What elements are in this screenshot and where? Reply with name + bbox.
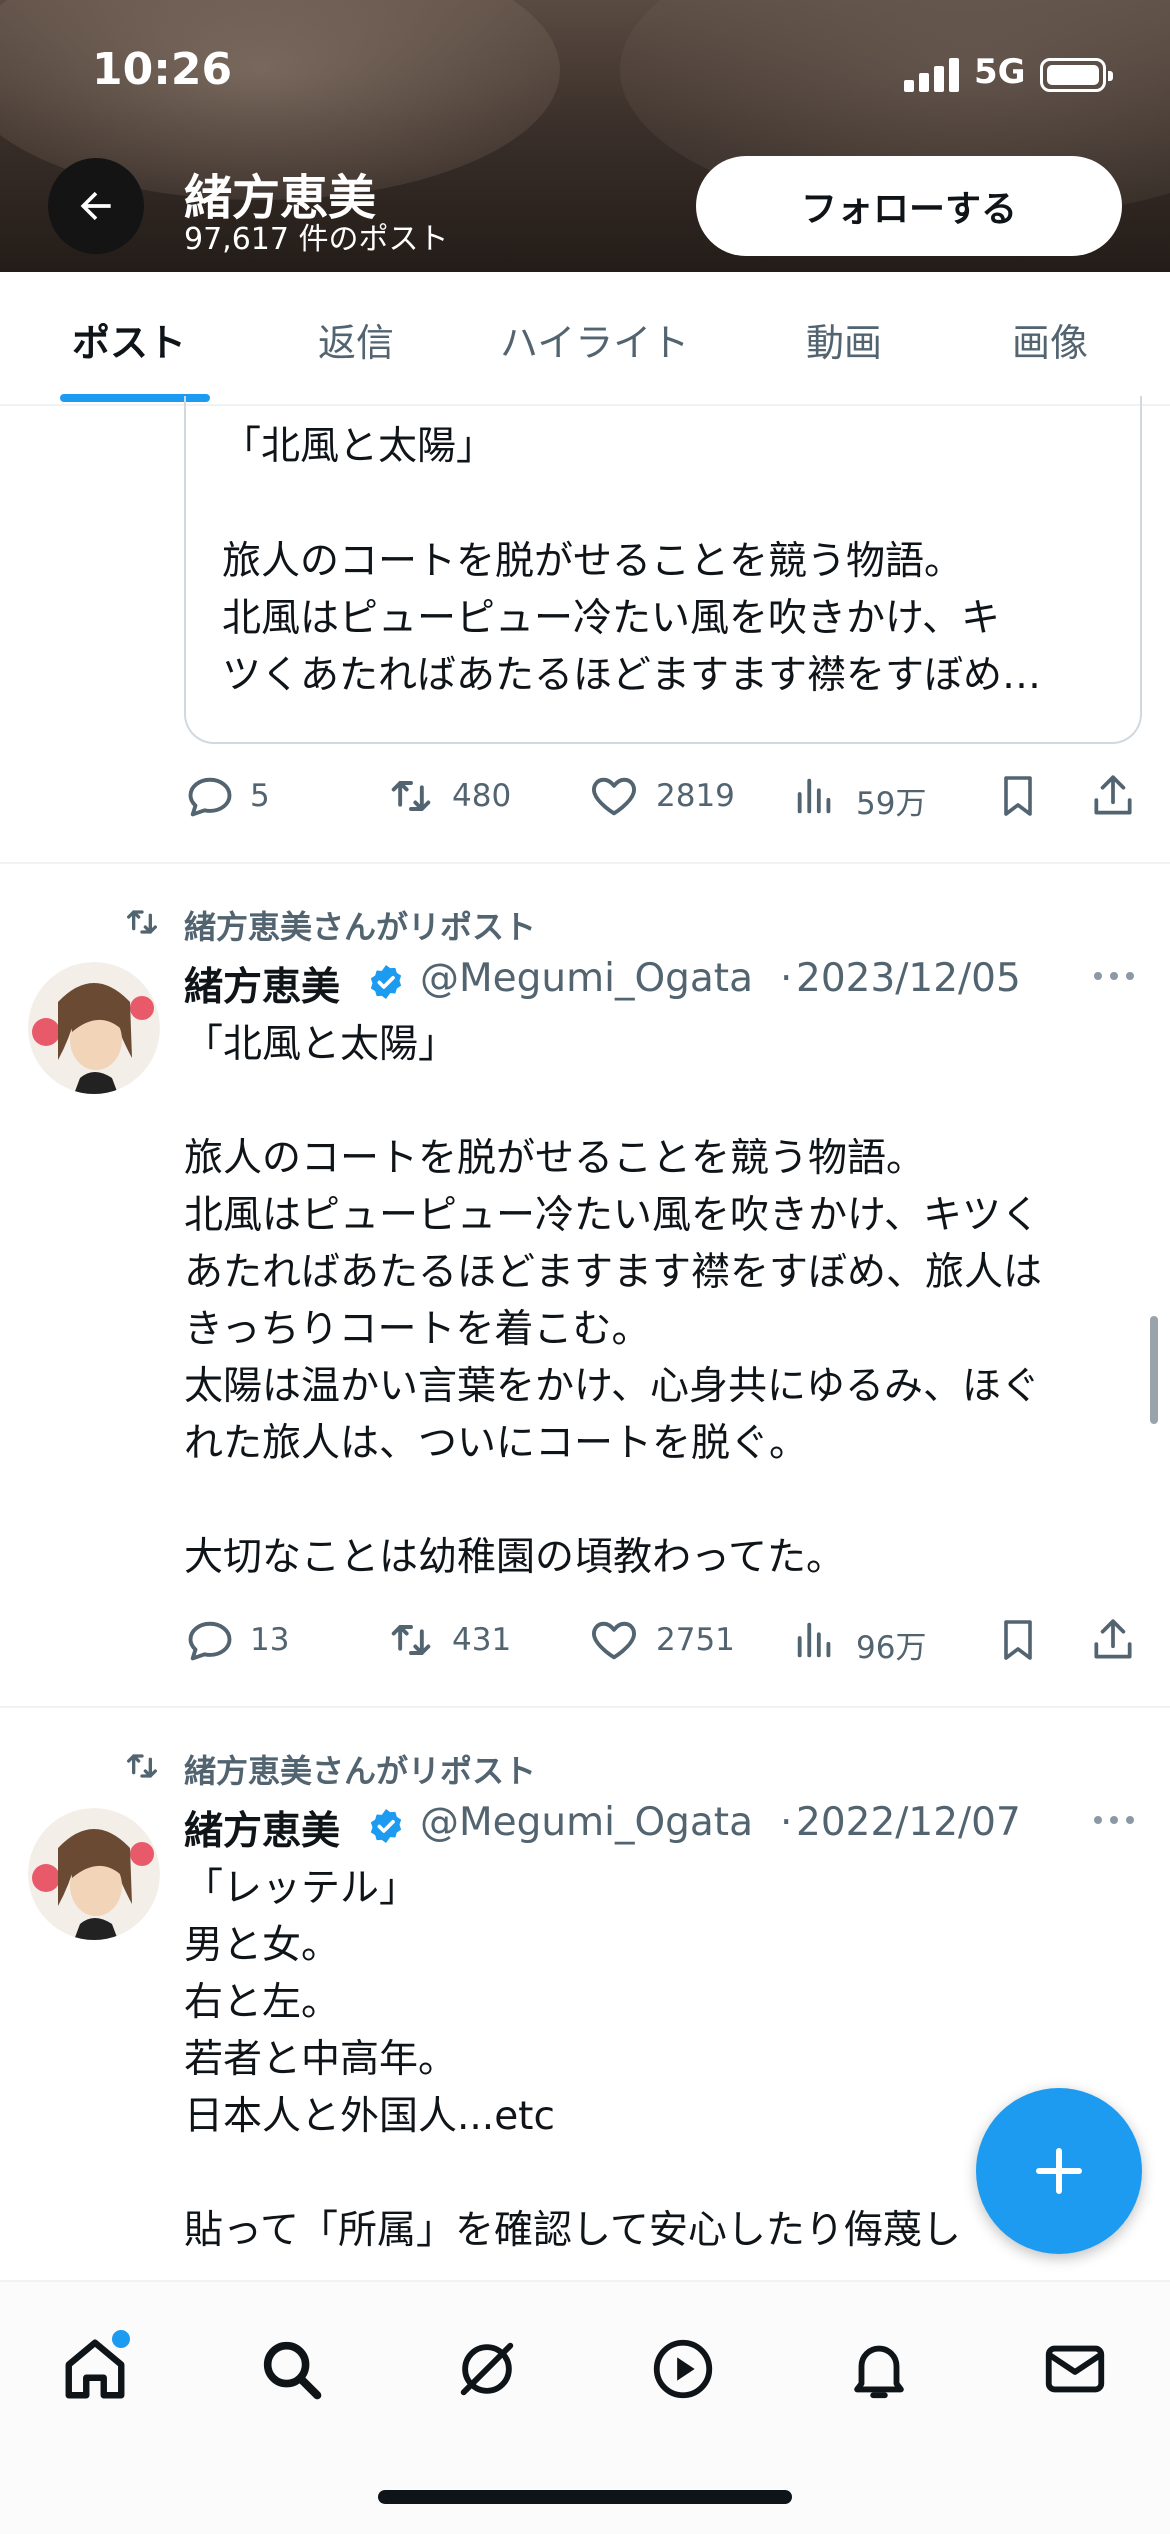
- repost-icon: [391, 781, 431, 811]
- reply-button[interactable]: [184, 1614, 236, 1670]
- reply-icon: [188, 777, 232, 817]
- views-count: 96万: [856, 1630, 927, 1666]
- nav-notifications[interactable]: [844, 2334, 914, 2404]
- quoted-line-2: 北風はピューピュー冷たい風を吹きかけ、キ: [222, 596, 1001, 641]
- network-label: 5G: [974, 52, 1026, 92]
- separator-dot: ·: [780, 1800, 793, 1845]
- nav-video[interactable]: [648, 2334, 718, 2404]
- like-button[interactable]: [588, 1614, 640, 1670]
- video-icon: [653, 2339, 713, 2399]
- author-handle: @Megumi_Ogata: [420, 1800, 753, 1845]
- tab-videos[interactable]: 動画: [806, 312, 882, 367]
- share-button[interactable]: [1088, 1614, 1138, 1670]
- avatar[interactable]: [28, 962, 160, 1094]
- author-handle: @Megumi_Ogata: [420, 956, 753, 1001]
- author-name[interactable]: 緒方恵美: [184, 956, 340, 1012]
- repost-count: 431: [452, 1622, 512, 1658]
- repost-icon: [391, 1625, 431, 1655]
- profile-tabs: ポスト 返信 ハイライト 動画 画像: [0, 272, 1170, 406]
- signal-icon: [904, 58, 960, 92]
- views-icon: [797, 778, 831, 814]
- home-indicator: [378, 2490, 792, 2504]
- bookmark-icon: [1004, 776, 1032, 816]
- status-time: 10:26: [92, 44, 233, 95]
- plus-icon: [1036, 2148, 1082, 2194]
- share-icon: [1094, 775, 1132, 815]
- repost-indicator-icon: [120, 902, 164, 946]
- more-icon: [1094, 1816, 1134, 1824]
- post-divider: [0, 1706, 1170, 1708]
- post-count: 97,617 件のポスト: [184, 222, 449, 257]
- tab-highlights[interactable]: ハイライト: [500, 312, 689, 367]
- quoted-title: 「北風と太陽」: [222, 424, 496, 469]
- quoted-line-3: ツくあたればあたるほどますます襟をすぼめ…: [222, 653, 1042, 698]
- battery-icon: [1040, 58, 1113, 92]
- follow-button[interactable]: フォローする: [696, 156, 1122, 256]
- tab-posts[interactable]: ポスト: [72, 312, 186, 367]
- like-count: 2751: [656, 1622, 735, 1658]
- author-name[interactable]: 緒方恵美: [184, 1800, 340, 1856]
- bookmark-button[interactable]: [994, 770, 1042, 826]
- back-button[interactable]: [48, 158, 144, 254]
- nav-home[interactable]: [60, 2330, 130, 2404]
- post-date: 2023/12/05: [796, 956, 1021, 1001]
- post-body: 「北風と太陽」 旅人のコートを脱がせることを競う物語。 北風はピューピュー冷たい…: [184, 1022, 1043, 1580]
- search-icon: [263, 2341, 322, 2400]
- more-button[interactable]: [1092, 1810, 1136, 1834]
- views-button[interactable]: [792, 1614, 838, 1670]
- separator-dot: ·: [780, 956, 793, 1001]
- more-icon: [1094, 972, 1134, 980]
- repost-indicator-icon: [120, 1746, 164, 1790]
- like-count: 2819: [656, 778, 735, 814]
- post-body: 「レッテル」 男と女。 右と左。 若者と中高年。 日本人と外国人...etc 貼…: [184, 1866, 961, 2253]
- bookmark-button[interactable]: [994, 1614, 1042, 1670]
- reply-button[interactable]: [184, 770, 236, 826]
- scroll-indicator: [1150, 1316, 1158, 1424]
- nav-search[interactable]: [256, 2334, 326, 2404]
- verified-badge-icon: [366, 962, 406, 1006]
- quoted-line-1: 旅人のコートを脱がせることを競う物語。: [222, 539, 964, 584]
- tab-media[interactable]: 画像: [1012, 312, 1088, 367]
- views-button[interactable]: [792, 770, 838, 826]
- repost-label: 緒方恵美さんがリポスト: [184, 1752, 537, 1790]
- bookmark-icon: [1004, 1620, 1032, 1660]
- home-notification-dot: [112, 2330, 130, 2348]
- notifications-icon: [854, 2345, 904, 2399]
- reply-count: 13: [250, 1622, 290, 1658]
- grok-icon: [460, 2342, 514, 2396]
- more-button[interactable]: [1092, 966, 1136, 990]
- heart-icon: [592, 777, 636, 816]
- repost-button[interactable]: [384, 1614, 438, 1670]
- repost-count: 480: [452, 778, 512, 814]
- post-divider: [0, 862, 1170, 864]
- tab-replies[interactable]: 返信: [318, 312, 394, 367]
- repost-button[interactable]: [384, 770, 438, 826]
- repost-label: 緒方恵美さんがリポスト: [184, 908, 537, 946]
- avatar[interactable]: [28, 1808, 160, 1940]
- nav-grok[interactable]: [452, 2334, 522, 2404]
- views-count: 59万: [856, 786, 927, 822]
- verified-badge-icon: [366, 1806, 406, 1850]
- like-button[interactable]: [588, 770, 640, 826]
- share-button[interactable]: [1088, 770, 1138, 826]
- share-icon: [1094, 1619, 1132, 1659]
- nav-messages[interactable]: [1040, 2334, 1110, 2404]
- messages-icon: [1045, 2345, 1105, 2393]
- reply-count: 5: [250, 778, 270, 814]
- heart-icon: [592, 1621, 636, 1660]
- arrow-left-icon: [80, 191, 111, 221]
- views-icon: [797, 1622, 831, 1658]
- compose-button[interactable]: [976, 2088, 1142, 2254]
- post-date: 2022/12/07: [796, 1800, 1021, 1845]
- reply-icon: [188, 1621, 232, 1661]
